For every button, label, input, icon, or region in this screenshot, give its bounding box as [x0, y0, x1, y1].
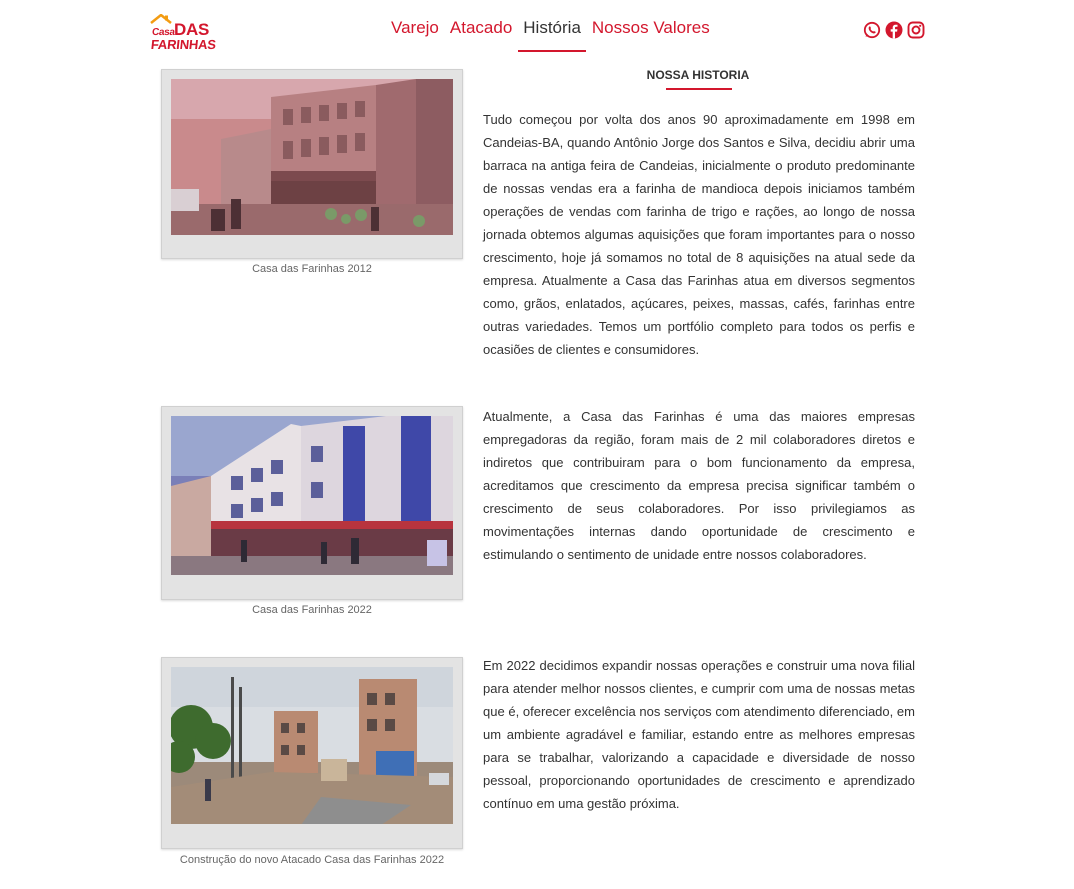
instagram-icon[interactable]	[907, 21, 925, 39]
photo-caption: Casa das Farinhas 2012	[252, 263, 372, 275]
photo-frame	[161, 69, 463, 259]
nav-item-varejo[interactable]: Varejo	[391, 18, 439, 52]
brand-logo[interactable]: Casa DAS FARINHAS	[148, 14, 217, 52]
history-paragraph: Tudo começou por volta dos anos 90 aprox…	[483, 112, 915, 357]
store-photo-2022	[171, 416, 453, 575]
store-photo-2022-illustration	[171, 416, 453, 575]
photo-frame	[161, 657, 463, 849]
construction-photo-illustration	[171, 667, 453, 824]
construction-photo-2022	[171, 667, 453, 824]
photo-frame	[161, 406, 463, 600]
photo-caption: Construção do novo Atacado Casa das Fari…	[179, 854, 445, 866]
store-photo-2012-illustration	[171, 79, 453, 235]
whatsapp-icon[interactable]	[863, 21, 881, 39]
nav-item-nossos-valores[interactable]: Nossos Valores	[592, 18, 710, 52]
photo-caption: Casa das Farinhas 2022	[252, 604, 372, 616]
section-title-underline	[666, 88, 732, 90]
section-title: NOSSA HISTORIA	[646, 68, 750, 82]
nav-item-atacado[interactable]: Atacado	[450, 18, 512, 52]
logo-text-farinhas: FARINHAS	[150, 37, 217, 52]
facebook-icon[interactable]	[885, 21, 903, 39]
store-photo-2012	[171, 79, 453, 235]
site-header: Casa DAS FARINHAS Varejo Atacado Históri…	[0, 0, 1074, 60]
social-links	[863, 21, 925, 39]
history-paragraph: Em 2022 decidimos expandir nossas operaç…	[483, 658, 915, 811]
history-paragraph: Atualmente, a Casa das Farinhas é uma da…	[483, 409, 915, 562]
nav-item-historia[interactable]: História	[518, 18, 586, 52]
main-nav: Varejo Atacado História Nossos Valores	[391, 18, 721, 52]
